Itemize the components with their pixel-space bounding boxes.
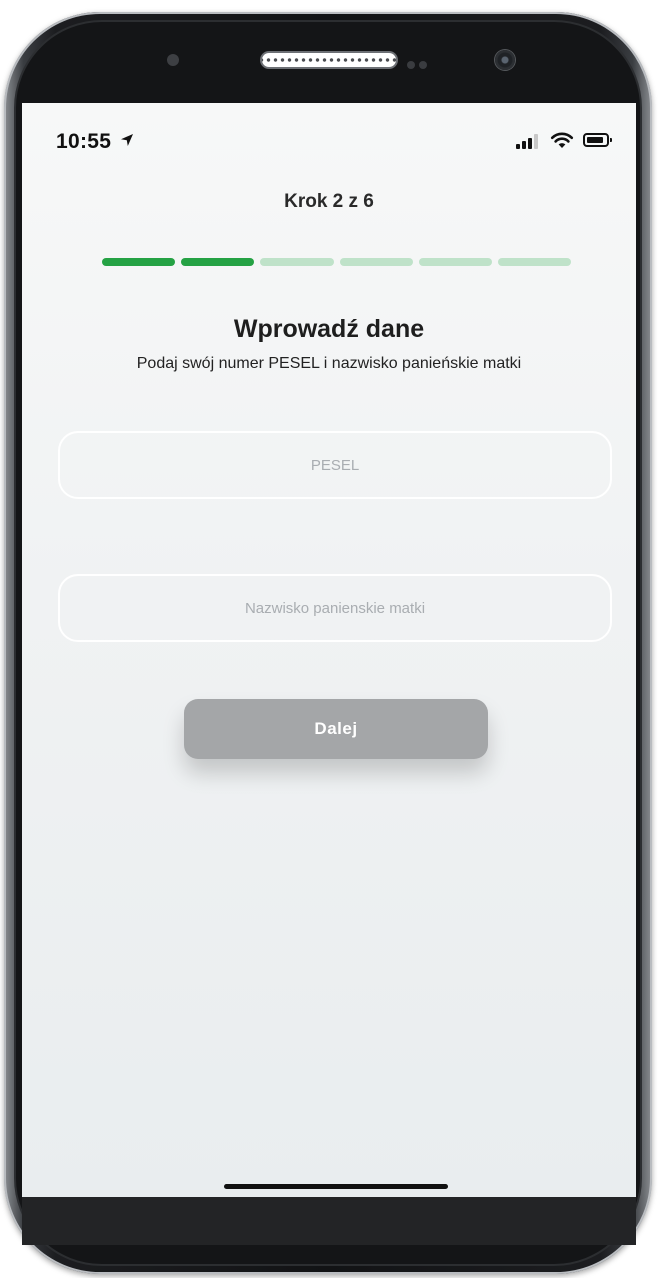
status-time: 10:55 (56, 130, 112, 153)
step-progress-bar (102, 258, 572, 266)
status-bar: 10:55 (22, 103, 636, 179)
location-arrow-icon (121, 134, 133, 146)
progress-segment (497, 258, 572, 266)
progress-segment (260, 258, 334, 266)
maiden-name-input[interactable] (58, 574, 612, 642)
battery-icon (583, 133, 612, 147)
pesel-input[interactable] (58, 431, 612, 499)
cellular-signal-icon (516, 134, 540, 149)
page-subtitle: Podaj swój numer PESEL i nazwisko panień… (136, 355, 522, 372)
step-indicator-label: Krok 2 z 6 (284, 191, 374, 212)
front-camera-icon (495, 50, 515, 70)
app-screen: 10:55 Krok 2 z 6 Wprowadź dane Podaj swó… (22, 103, 636, 1197)
wifi-icon (550, 132, 574, 148)
next-button[interactable]: Dalej (184, 699, 488, 759)
progress-segment (339, 258, 413, 266)
progress-segment (418, 258, 492, 266)
progress-segment (181, 258, 255, 266)
bottom-bar (22, 1197, 636, 1245)
home-indicator[interactable] (224, 1184, 448, 1189)
sensor-dots-icon (407, 56, 431, 74)
proximity-sensor-icon (167, 54, 179, 66)
progress-segment (102, 258, 176, 266)
page-title: Wprowadź dane (233, 315, 425, 343)
earpiece-speaker-icon (262, 53, 396, 67)
